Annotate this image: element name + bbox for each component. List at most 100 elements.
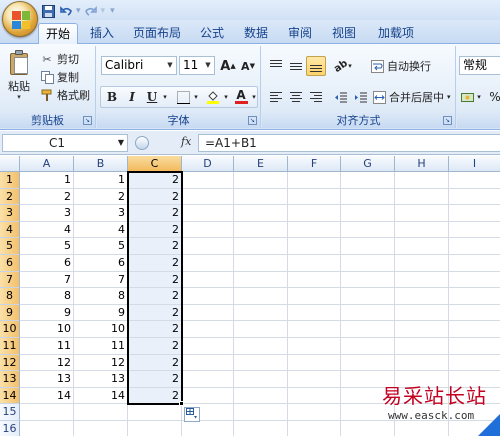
- align-top-button[interactable]: [266, 56, 286, 76]
- cell-b10[interactable]: 10: [74, 321, 128, 338]
- cell-f10[interactable]: [288, 321, 341, 338]
- italic-button[interactable]: I: [122, 87, 142, 107]
- shrink-font-button[interactable]: A ▼: [238, 56, 258, 76]
- tab-insert[interactable]: 插入: [84, 23, 120, 44]
- row-header-15[interactable]: 15: [0, 404, 20, 421]
- cell-a4[interactable]: 4: [20, 221, 74, 239]
- cell-e3[interactable]: [234, 205, 288, 222]
- wrap-text-button[interactable]: 自动换行: [370, 58, 431, 74]
- cell-f13[interactable]: [288, 371, 341, 388]
- cell-f1[interactable]: [288, 172, 341, 189]
- cell-f3[interactable]: [288, 205, 341, 222]
- cell-f15[interactable]: [288, 404, 341, 421]
- cell-i6[interactable]: [449, 255, 500, 272]
- percent-button[interactable]: %: [485, 87, 500, 107]
- cell-a9[interactable]: 9: [20, 304, 74, 322]
- cell-a11[interactable]: 11: [20, 338, 74, 355]
- row-header-14[interactable]: 14: [0, 387, 20, 405]
- row-header-9[interactable]: 9: [0, 304, 20, 322]
- cell-e8[interactable]: [234, 288, 288, 305]
- cell-h4[interactable]: [395, 221, 449, 239]
- cell-f12[interactable]: [288, 354, 341, 372]
- cell-e16[interactable]: [234, 421, 288, 436]
- cell-a6[interactable]: 6: [20, 255, 74, 272]
- cell-d4[interactable]: [182, 221, 234, 239]
- cell-c7[interactable]: 2: [128, 271, 182, 289]
- alignment-launcher-icon[interactable]: ↘: [443, 116, 452, 125]
- cell-b11[interactable]: 11: [74, 338, 128, 355]
- row-header-7[interactable]: 7: [0, 271, 20, 289]
- fill-color-button[interactable]: [203, 87, 223, 107]
- cell-a1[interactable]: 1: [20, 172, 74, 189]
- align-left-button[interactable]: [266, 87, 286, 107]
- copy-button[interactable]: 复制: [40, 69, 79, 85]
- paste-dropdown-icon[interactable]: ▾: [4, 93, 34, 101]
- cell-c14[interactable]: 2: [128, 387, 182, 405]
- cell-b1[interactable]: 1: [74, 172, 128, 189]
- column-header-b[interactable]: B: [74, 156, 128, 172]
- cell-e10[interactable]: [234, 321, 288, 338]
- column-header-a[interactable]: A: [20, 156, 74, 172]
- cell-a8[interactable]: 8: [20, 288, 74, 305]
- cell-g10[interactable]: [341, 321, 395, 338]
- auto-fill-options-icon[interactable]: [184, 407, 200, 423]
- cell-d8[interactable]: [182, 288, 234, 305]
- cell-h11[interactable]: [395, 338, 449, 355]
- cell-d7[interactable]: [182, 271, 234, 289]
- cell-h9[interactable]: [395, 304, 449, 322]
- merge-center-dropdown-icon[interactable]: ▾: [447, 93, 451, 101]
- cell-e15[interactable]: [234, 404, 288, 421]
- redo-icon[interactable]: [83, 3, 99, 19]
- cell-h1[interactable]: [395, 172, 449, 189]
- row-header-10[interactable]: 10: [0, 321, 20, 338]
- cell-c5[interactable]: 2: [128, 238, 182, 255]
- cell-b14[interactable]: 14: [74, 387, 128, 405]
- cell-a10[interactable]: 10: [20, 321, 74, 338]
- column-header-e[interactable]: E: [234, 156, 288, 172]
- tab-formulas[interactable]: 公式: [194, 23, 230, 44]
- undo-dropdown-icon[interactable]: ▾: [76, 6, 81, 16]
- cell-f7[interactable]: [288, 271, 341, 289]
- undo-icon[interactable]: [58, 3, 74, 19]
- row-header-4[interactable]: 4: [0, 221, 20, 239]
- tab-view[interactable]: 视图: [326, 23, 362, 44]
- underline-button[interactable]: U: [142, 87, 162, 107]
- cell-f5[interactable]: [288, 238, 341, 255]
- cell-a3[interactable]: 3: [20, 205, 74, 222]
- grow-font-button[interactable]: A ▲: [218, 56, 238, 76]
- number-format-combo[interactable]: 常规: [459, 56, 500, 75]
- office-button[interactable]: [2, 1, 38, 37]
- cell-b4[interactable]: 4: [74, 221, 128, 239]
- cell-i9[interactable]: [449, 305, 500, 322]
- cell-e1[interactable]: [234, 172, 288, 189]
- column-header-f[interactable]: F: [288, 156, 341, 172]
- cell-c2[interactable]: 2: [128, 188, 182, 206]
- cell-g7[interactable]: [341, 271, 395, 289]
- align-bottom-button[interactable]: [306, 56, 326, 76]
- row-header-2[interactable]: 2: [0, 188, 20, 206]
- cell-a12[interactable]: 12: [20, 354, 74, 372]
- cell-h7[interactable]: [395, 271, 449, 289]
- cell-d12[interactable]: [182, 354, 234, 372]
- font-size-dropdown-icon[interactable]: ▼: [202, 57, 214, 74]
- cell-e13[interactable]: [234, 371, 288, 388]
- cell-c3[interactable]: 2: [128, 205, 182, 222]
- cell-d14[interactable]: [182, 387, 234, 405]
- cell-i1[interactable]: [449, 172, 500, 189]
- cell-d11[interactable]: [182, 338, 234, 355]
- align-middle-button[interactable]: [286, 56, 306, 76]
- name-box[interactable]: C1 ▼: [2, 134, 128, 152]
- cell-i2[interactable]: [449, 189, 500, 206]
- formula-input[interactable]: =A1+B1: [198, 134, 500, 152]
- select-all-corner[interactable]: [0, 156, 20, 172]
- cell-h12[interactable]: [395, 354, 449, 372]
- cell-b13[interactable]: 13: [74, 371, 128, 388]
- cell-f8[interactable]: [288, 288, 341, 305]
- cell-f4[interactable]: [288, 221, 341, 239]
- name-box-dropdown-icon[interactable]: ▼: [118, 135, 124, 151]
- cell-g5[interactable]: [341, 238, 395, 255]
- cell-e9[interactable]: [234, 304, 288, 322]
- underline-dropdown-icon[interactable]: ▾: [160, 87, 170, 107]
- cell-e7[interactable]: [234, 271, 288, 289]
- cell-i12[interactable]: [449, 355, 500, 372]
